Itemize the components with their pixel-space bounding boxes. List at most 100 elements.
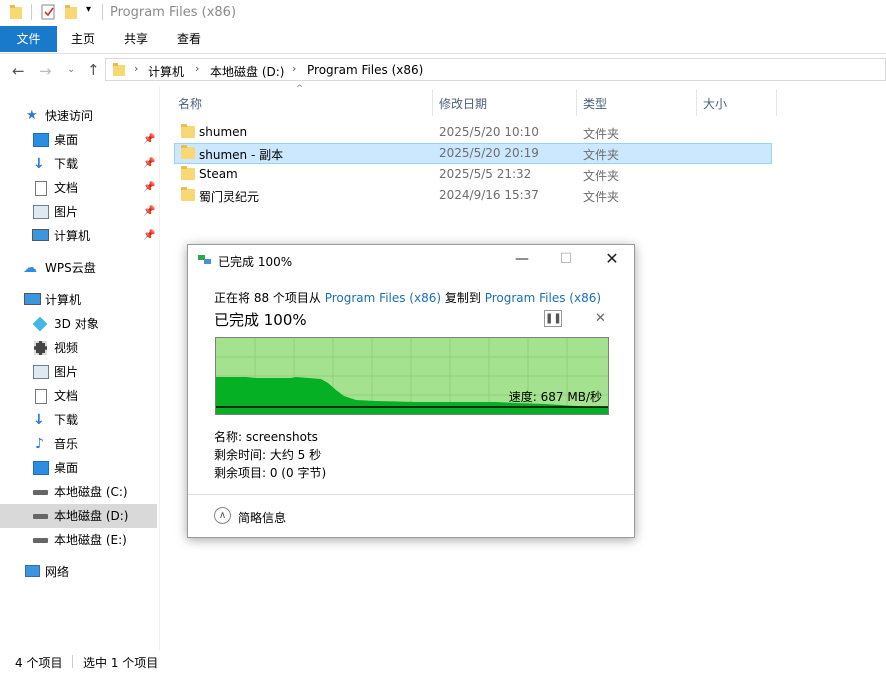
nav-item-desktop[interactable]: 桌面 📌 [0, 128, 157, 152]
pin-icon: 📌 [143, 158, 156, 169]
back-arrow-icon[interactable]: ← [12, 62, 25, 80]
cloud-icon: ☁ [23, 260, 37, 276]
breadcrumb-separator-icon: › [134, 62, 139, 75]
pause-button[interactable]: ❚❚ [544, 310, 562, 327]
nav-item-videos[interactable]: 视频 [0, 336, 157, 360]
items-remaining-line: 剩余项目: 0 (0 字节) [214, 466, 327, 480]
title-bar: ▾ Program Files (x86) [0, 0, 886, 26]
table-row[interactable]: Steam 2025/5/5 21:32 文件夹 [174, 164, 772, 185]
desktop-icon [33, 461, 49, 475]
copy-progress-dialog: 已完成 100% — ☐ ✕ 正在将 88 个项目从 Program Files… [187, 244, 635, 538]
pin-icon: 📌 [143, 206, 156, 217]
nav-item-downloads-pc[interactable]: ↓ 下载 [0, 408, 157, 432]
progress-heading: 已完成 100% [214, 311, 307, 329]
properties-icon[interactable] [40, 3, 56, 20]
document-icon [35, 389, 47, 404]
nav-item-documents-pc[interactable]: 文档 [0, 384, 157, 408]
breadcrumb-computer[interactable]: 计算机 [148, 63, 184, 80]
folder-icon [10, 5, 22, 19]
address-bar[interactable]: › 计算机 › 本地磁盘 (D:) › Program Files (x86) [105, 58, 886, 81]
breadcrumb-program-files[interactable]: Program Files (x86) [307, 63, 423, 77]
source-link[interactable]: Program Files (x86) [325, 291, 441, 305]
fewer-details-button[interactable]: 简略信息 [238, 509, 286, 526]
video-icon [34, 341, 47, 355]
column-divider[interactable] [576, 89, 577, 116]
status-bar: 4 个项目 选中 1 个项目 [0, 650, 886, 673]
table-row[interactable]: 蜀门灵纪元 2024/9/16 15:37 文件夹 [174, 185, 772, 206]
ribbon-tabs: 文件 主页 共享 查看 [0, 26, 886, 54]
pin-icon: 📌 [143, 182, 156, 193]
nav-item-desktop-pc[interactable]: 桌面 [0, 456, 157, 480]
pin-icon: 📌 [143, 230, 156, 241]
time-remaining-line: 剩余时间: 大约 5 秒 [214, 448, 322, 462]
nav-item-downloads[interactable]: ↓ 下载 📌 [0, 152, 157, 176]
nav-item-pictures-pc[interactable]: 图片 [0, 360, 157, 384]
maximize-button[interactable]: ☐ [552, 249, 580, 269]
close-button[interactable]: ✕ [598, 249, 626, 269]
nav-item-3d-objects[interactable]: 3D 对象 [0, 312, 157, 336]
download-icon: ↓ [33, 412, 45, 428]
copy-icon [198, 255, 211, 264]
nav-item-pictures[interactable]: 图片 📌 [0, 200, 157, 224]
desktop-icon [33, 133, 49, 147]
up-arrow-icon[interactable]: ↑ [87, 61, 100, 79]
tab-view[interactable]: 查看 [163, 26, 215, 52]
nav-wps-cloud[interactable]: ☁ WPS云盘 [0, 256, 157, 280]
recent-locations-icon[interactable]: ⌄ [67, 64, 75, 75]
nav-item-drive-e[interactable]: 本地磁盘 (E:) [0, 528, 157, 552]
column-header-name[interactable]: 名称 [178, 95, 202, 112]
item-count: 4 个项目 [15, 656, 63, 670]
folder-icon [181, 124, 195, 138]
table-row[interactable]: shumen 2025/5/20 10:10 文件夹 [174, 122, 772, 143]
file-name-line: 名称: screenshots [214, 430, 318, 444]
tab-file[interactable]: 文件 [0, 26, 57, 52]
tab-home[interactable]: 主页 [57, 26, 109, 52]
picture-icon [33, 365, 49, 379]
document-icon [35, 181, 47, 196]
drive-icon [33, 538, 48, 543]
folder-icon [181, 145, 195, 159]
copy-description: 正在将 88 个项目从 Program Files (x86) 复制到 Prog… [214, 291, 602, 305]
column-header-date[interactable]: 修改日期 [439, 95, 487, 112]
nav-item-drive-c[interactable]: 本地磁盘 (C:) [0, 480, 157, 504]
folder-icon [181, 166, 195, 180]
picture-icon [33, 205, 49, 219]
nav-quick-access[interactable]: ★ 快速访问 [0, 104, 157, 128]
download-icon: ↓ [33, 156, 45, 172]
drive-icon [33, 490, 48, 495]
window-title: Program Files (x86) [110, 5, 237, 20]
folder-icon [113, 63, 125, 76]
breadcrumb-separator-icon: › [195, 62, 200, 75]
nav-item-documents[interactable]: 文档 📌 [0, 176, 157, 200]
nav-item-computer-pinned[interactable]: 计算机 📌 [0, 224, 157, 248]
new-folder-icon[interactable] [64, 4, 78, 20]
drive-icon [33, 514, 48, 519]
breadcrumb-separator-icon: › [292, 62, 297, 75]
breadcrumb-drive-d[interactable]: 本地磁盘 (D:) [210, 63, 284, 80]
speed-label: 速度: 687 MB/秒 [508, 390, 602, 404]
star-icon: ★ [26, 108, 38, 123]
column-divider[interactable] [696, 89, 697, 116]
column-divider[interactable] [776, 89, 777, 116]
minimize-button[interactable]: — [508, 249, 536, 269]
nav-network[interactable]: 网络 [0, 560, 157, 584]
network-icon [25, 565, 40, 577]
folder-icon [181, 187, 195, 201]
dialog-title: 已完成 100% [218, 255, 293, 269]
table-row-selected[interactable]: shumen - 副本 2025/5/20 20:19 文件夹 [174, 143, 772, 164]
cancel-icon[interactable]: ✕ [595, 311, 606, 326]
collapse-chevron-icon[interactable]: ∧ [214, 507, 231, 524]
destination-link[interactable]: Program Files (x86) [485, 291, 601, 305]
nav-item-music[interactable]: ♪ 音乐 [0, 432, 157, 456]
column-header-size[interactable]: 大小 [703, 95, 727, 112]
tab-share[interactable]: 共享 [109, 26, 163, 52]
3d-objects-icon [32, 316, 48, 332]
column-header-type[interactable]: 类型 [583, 95, 607, 112]
nav-item-drive-d[interactable]: 本地磁盘 (D:) [0, 504, 157, 528]
forward-arrow-icon[interactable]: → [39, 62, 52, 80]
column-divider[interactable] [432, 89, 433, 116]
nav-this-pc[interactable]: 计算机 [0, 288, 157, 312]
music-icon: ♪ [35, 436, 44, 452]
navigation-pane: ★ 快速访问 桌面 📌 ↓ 下载 📌 文档 📌 图片 📌 计算机 📌 ☁ WPS… [0, 87, 160, 650]
quick-access-toolbar-dropdown-icon[interactable]: ▾ [86, 4, 91, 15]
